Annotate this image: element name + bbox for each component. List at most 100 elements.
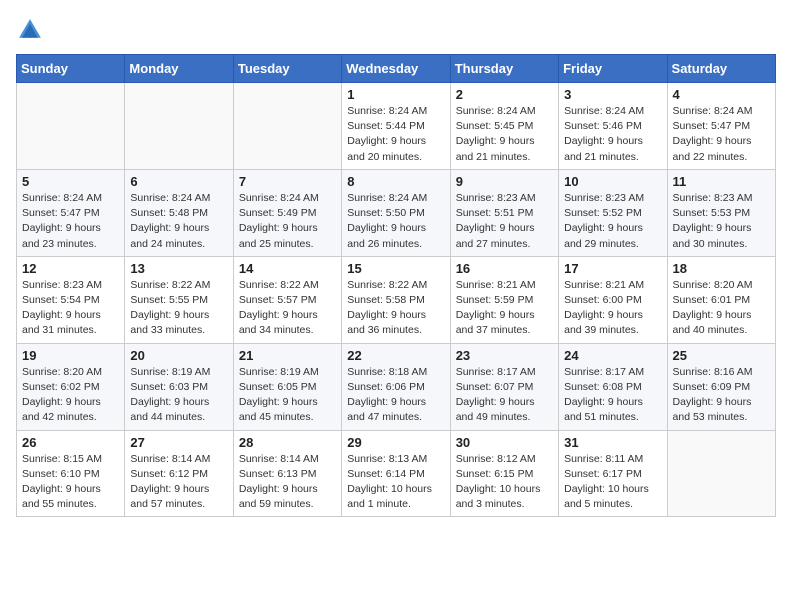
calendar-cell <box>125 83 233 170</box>
calendar-cell: 2Sunrise: 8:24 AM Sunset: 5:45 PM Daylig… <box>450 83 558 170</box>
cell-info-text: Sunrise: 8:24 AM Sunset: 5:47 PM Dayligh… <box>673 104 770 165</box>
calendar-cell: 1 Sunrise: 8:24 AM Sunset: 5:44 PM Daylig… <box>342 83 450 170</box>
calendar-cell: 15 Sunrise: 8:22 AM Sunset: 5:58 PM Dayli… <box>342 256 450 343</box>
calendar-cell: 12 Sunrise: 8:23 AM Sunset: 5:54 PM Dayli… <box>17 256 125 343</box>
cell-info-text: Sunrise: 8:23 AM Sunset: 5:51 PM Dayligh… <box>456 191 553 252</box>
calendar-cell: 17 Sunrise: 8:21 AM Sunset: 6:00 PM Dayli… <box>559 256 667 343</box>
cell-info-text: Sunrise: 8:13 AM Sunset: 6:14 PM Dayligh… <box>347 452 444 513</box>
calendar-cell: 26 Sunrise: 8:15 AM Sunset: 6:10 PM Dayli… <box>17 430 125 517</box>
logo <box>16 16 48 44</box>
cell-info-text: Sunrise: 8:22 AM Sunset: 5:57 PM Dayligh… <box>239 278 336 339</box>
calendar-cell: 25 Sunrise: 8:16 AM Sunset: 6:09 PM Dayli… <box>667 343 775 430</box>
calendar-cell: 9 Sunrise: 8:23 AM Sunset: 5:51 PM Daylig… <box>450 169 558 256</box>
cell-info-text: Sunrise: 8:17 AM Sunset: 6:08 PM Dayligh… <box>564 365 661 426</box>
calendar-cell <box>17 83 125 170</box>
day-header-sunday: Sunday <box>17 55 125 83</box>
cell-date-number: 7 <box>239 174 336 189</box>
cell-info-text: Sunrise: 8:12 AM Sunset: 6:15 PM Dayligh… <box>456 452 553 513</box>
calendar-cell: 21 Sunrise: 8:19 AM Sunset: 6:05 PM Dayli… <box>233 343 341 430</box>
cell-date-number: 20 <box>130 348 227 363</box>
cell-info-text: Sunrise: 8:16 AM Sunset: 6:09 PM Dayligh… <box>673 365 770 426</box>
calendar-cell: 3 Sunrise: 8:24 AM Sunset: 5:46 PM Daylig… <box>559 83 667 170</box>
calendar-cell: 20 Sunrise: 8:19 AM Sunset: 6:03 PM Dayli… <box>125 343 233 430</box>
logo-icon <box>16 16 44 44</box>
cell-info-text: Sunrise: 8:24 AM Sunset: 5:50 PM Dayligh… <box>347 191 444 252</box>
cell-date-number: 25 <box>673 348 770 363</box>
cell-date-number: 19 <box>22 348 119 363</box>
cell-info-text: Sunrise: 8:24 AM Sunset: 5:47 PM Dayligh… <box>22 191 119 252</box>
calendar-cell: 13 Sunrise: 8:22 AM Sunset: 5:55 PM Dayli… <box>125 256 233 343</box>
calendar-cell: 23Sunrise: 8:17 AM Sunset: 6:07 PM Dayli… <box>450 343 558 430</box>
calendar-cell: 4 Sunrise: 8:24 AM Sunset: 5:47 PM Daylig… <box>667 83 775 170</box>
cell-info-text: Sunrise: 8:24 AM Sunset: 5:49 PM Dayligh… <box>239 191 336 252</box>
calendar-cell: 10Sunrise: 8:23 AM Sunset: 5:52 PM Dayli… <box>559 169 667 256</box>
day-header-wednesday: Wednesday <box>342 55 450 83</box>
cell-date-number: 29 <box>347 435 444 450</box>
cell-date-number: 17 <box>564 261 661 276</box>
cell-info-text: Sunrise: 8:19 AM Sunset: 6:03 PM Dayligh… <box>130 365 227 426</box>
cell-info-text: Sunrise: 8:14 AM Sunset: 6:12 PM Dayligh… <box>130 452 227 513</box>
cell-date-number: 14 <box>239 261 336 276</box>
cell-info-text: Sunrise: 8:19 AM Sunset: 6:05 PM Dayligh… <box>239 365 336 426</box>
cell-date-number: 5 <box>22 174 119 189</box>
calendar-cell: 27 Sunrise: 8:14 AM Sunset: 6:12 PM Dayli… <box>125 430 233 517</box>
cell-info-text: Sunrise: 8:17 AM Sunset: 6:07 PM Dayligh… <box>456 365 553 426</box>
cell-date-number: 27 <box>130 435 227 450</box>
cell-info-text: Sunrise: 8:15 AM Sunset: 6:10 PM Dayligh… <box>22 452 119 513</box>
cell-date-number: 28 <box>239 435 336 450</box>
cell-date-number: 13 <box>130 261 227 276</box>
calendar-cell: 28 Sunrise: 8:14 AM Sunset: 6:13 PM Dayli… <box>233 430 341 517</box>
calendar-cell: 29 Sunrise: 8:13 AM Sunset: 6:14 PM Dayli… <box>342 430 450 517</box>
cell-date-number: 8 <box>347 174 444 189</box>
day-header-tuesday: Tuesday <box>233 55 341 83</box>
day-header-thursday: Thursday <box>450 55 558 83</box>
cell-date-number: 1 <box>347 87 444 102</box>
calendar-cell: 8 Sunrise: 8:24 AM Sunset: 5:50 PM Daylig… <box>342 169 450 256</box>
cell-date-number: 9 <box>456 174 553 189</box>
calendar-cell: 24 Sunrise: 8:17 AM Sunset: 6:08 PM Dayli… <box>559 343 667 430</box>
calendar-cell <box>233 83 341 170</box>
cell-date-number: 16 <box>456 261 553 276</box>
calendar-cell: 7 Sunrise: 8:24 AM Sunset: 5:49 PM Daylig… <box>233 169 341 256</box>
calendar-cell: 30Sunrise: 8:12 AM Sunset: 6:15 PM Dayli… <box>450 430 558 517</box>
calendar-week-row: 26 Sunrise: 8:15 AM Sunset: 6:10 PM Dayli… <box>17 430 776 517</box>
cell-info-text: Sunrise: 8:20 AM Sunset: 6:02 PM Dayligh… <box>22 365 119 426</box>
cell-date-number: 4 <box>673 87 770 102</box>
cell-info-text: Sunrise: 8:21 AM Sunset: 6:00 PM Dayligh… <box>564 278 661 339</box>
page-header <box>16 16 776 44</box>
calendar-week-row: 19 Sunrise: 8:20 AM Sunset: 6:02 PM Dayli… <box>17 343 776 430</box>
cell-date-number: 21 <box>239 348 336 363</box>
cell-date-number: 26 <box>22 435 119 450</box>
cell-date-number: 11 <box>673 174 770 189</box>
cell-date-number: 22 <box>347 348 444 363</box>
cell-date-number: 12 <box>22 261 119 276</box>
cell-date-number: 3 <box>564 87 661 102</box>
cell-info-text: Sunrise: 8:22 AM Sunset: 5:55 PM Dayligh… <box>130 278 227 339</box>
calendar-cell: 22 Sunrise: 8:18 AM Sunset: 6:06 PM Dayli… <box>342 343 450 430</box>
cell-info-text: Sunrise: 8:23 AM Sunset: 5:54 PM Dayligh… <box>22 278 119 339</box>
cell-info-text: Sunrise: 8:11 AM Sunset: 6:17 PM Dayligh… <box>564 452 661 513</box>
calendar-cell: 31 Sunrise: 8:11 AM Sunset: 6:17 PM Dayli… <box>559 430 667 517</box>
cell-date-number: 6 <box>130 174 227 189</box>
cell-date-number: 24 <box>564 348 661 363</box>
cell-date-number: 2 <box>456 87 553 102</box>
cell-info-text: Sunrise: 8:24 AM Sunset: 5:46 PM Dayligh… <box>564 104 661 165</box>
cell-info-text: Sunrise: 8:24 AM Sunset: 5:48 PM Dayligh… <box>130 191 227 252</box>
calendar-week-row: 1 Sunrise: 8:24 AM Sunset: 5:44 PM Daylig… <box>17 83 776 170</box>
cell-info-text: Sunrise: 8:23 AM Sunset: 5:53 PM Dayligh… <box>673 191 770 252</box>
cell-info-text: Sunrise: 8:20 AM Sunset: 6:01 PM Dayligh… <box>673 278 770 339</box>
cell-date-number: 31 <box>564 435 661 450</box>
calendar-cell: 19 Sunrise: 8:20 AM Sunset: 6:02 PM Dayli… <box>17 343 125 430</box>
calendar-cell: 5 Sunrise: 8:24 AM Sunset: 5:47 PM Daylig… <box>17 169 125 256</box>
calendar-week-row: 5 Sunrise: 8:24 AM Sunset: 5:47 PM Daylig… <box>17 169 776 256</box>
cell-info-text: Sunrise: 8:22 AM Sunset: 5:58 PM Dayligh… <box>347 278 444 339</box>
cell-info-text: Sunrise: 8:18 AM Sunset: 6:06 PM Dayligh… <box>347 365 444 426</box>
cell-date-number: 10 <box>564 174 661 189</box>
cell-info-text: Sunrise: 8:24 AM Sunset: 5:44 PM Dayligh… <box>347 104 444 165</box>
day-header-monday: Monday <box>125 55 233 83</box>
cell-info-text: Sunrise: 8:14 AM Sunset: 6:13 PM Dayligh… <box>239 452 336 513</box>
cell-info-text: Sunrise: 8:21 AM Sunset: 5:59 PM Dayligh… <box>456 278 553 339</box>
cell-date-number: 15 <box>347 261 444 276</box>
calendar-cell: 16 Sunrise: 8:21 AM Sunset: 5:59 PM Dayli… <box>450 256 558 343</box>
calendar-header-row: SundayMondayTuesdayWednesdayThursdayFrid… <box>17 55 776 83</box>
